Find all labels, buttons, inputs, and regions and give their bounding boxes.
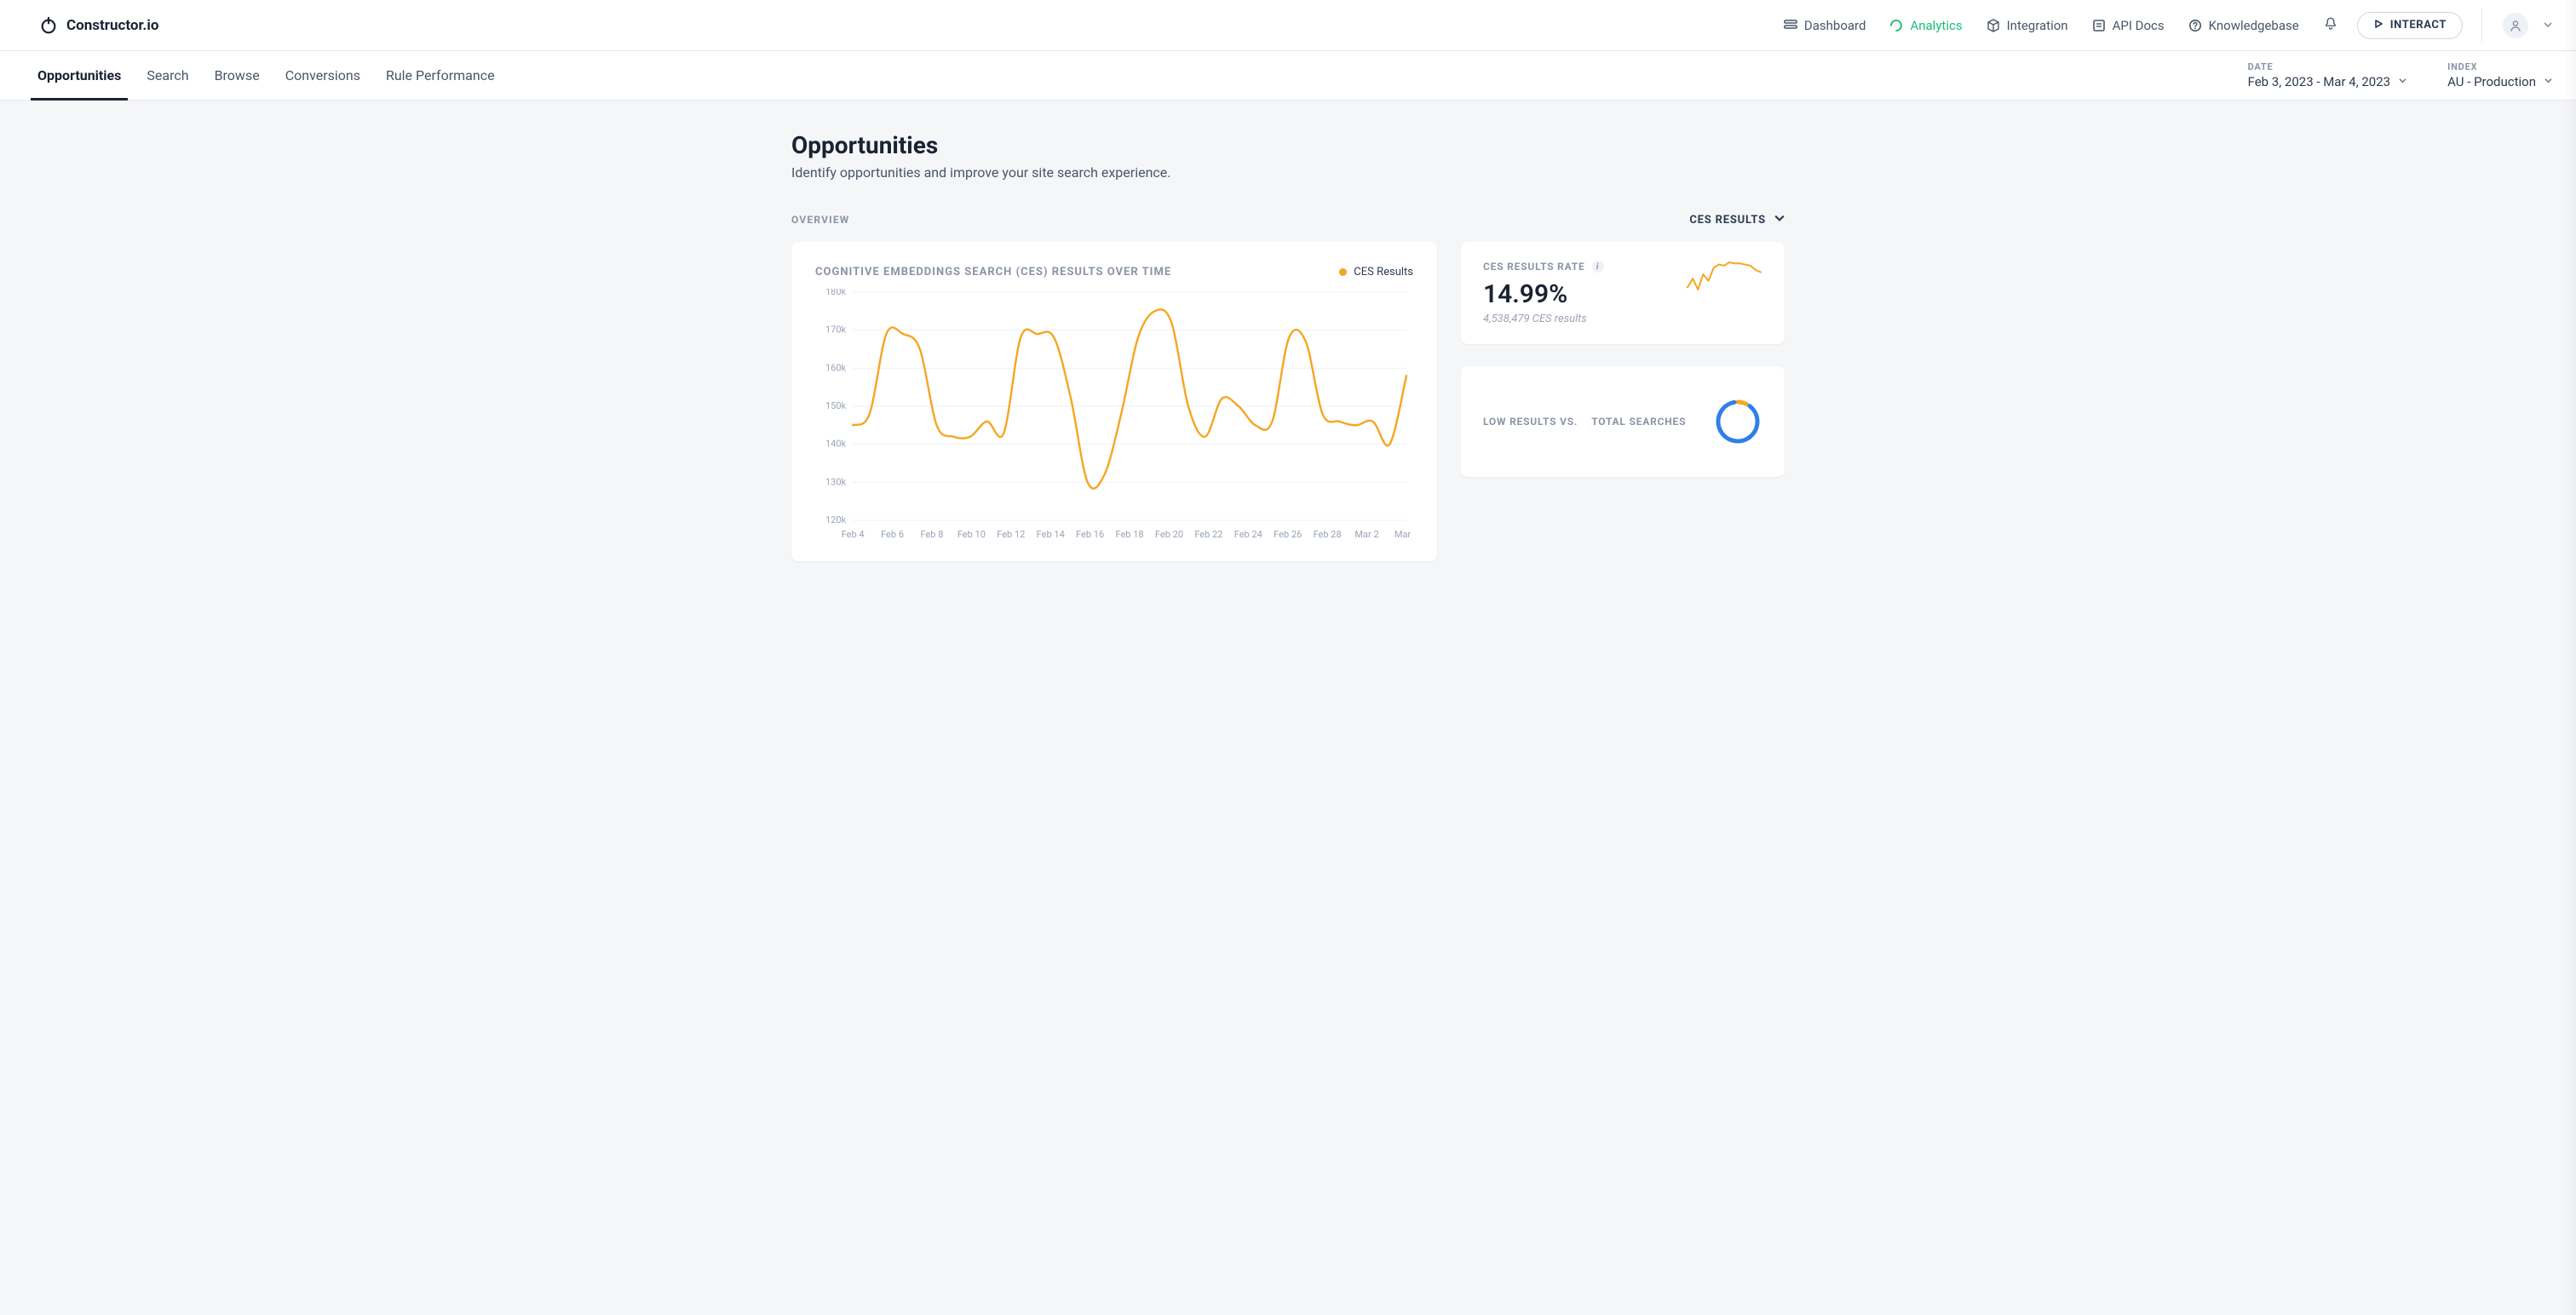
tab-rule-performance[interactable]: Rule Performance (386, 51, 495, 100)
box-icon (1987, 19, 2000, 32)
ces-dropdown-label: CES RESULTS (1689, 214, 1766, 227)
subnav-filters: DATE Feb 3, 2023 - Mar 4, 2023 INDEX AU … (2248, 61, 2552, 89)
svg-text:Feb 8: Feb 8 (920, 529, 943, 540)
tab-label: Opportunities (37, 67, 121, 83)
sparkline-chart (1686, 261, 1762, 291)
svg-text:130k: 130k (825, 476, 847, 487)
ces-chart-card: COGNITIVE EMBEDDINGS SEARCH (CES) RESULT… (791, 242, 1437, 561)
nav-label: Analytics (1910, 18, 1962, 33)
tab-search[interactable]: Search (147, 51, 188, 100)
play-icon (2373, 19, 2383, 32)
tab-browse[interactable]: Browse (215, 51, 260, 100)
brand-logo-icon (39, 16, 58, 35)
index-label: INDEX (2447, 61, 2552, 72)
avatar-icon (2503, 13, 2528, 38)
chevron-down-icon (2544, 19, 2552, 32)
svg-text:Feb 26: Feb 26 (1274, 529, 1302, 540)
ces-rate-card: CES RESULTS RATE i 14.99% 4,538,479 CES … (1461, 242, 1785, 344)
svg-text:180k: 180k (825, 289, 847, 297)
svg-text:Feb 20: Feb 20 (1155, 529, 1183, 540)
doc-icon (2092, 19, 2106, 32)
brand-name: Constructor.io (66, 17, 158, 34)
index-picker[interactable]: INDEX AU - Production (2447, 61, 2552, 89)
stat-subtext: 4,538,479 CES results (1483, 313, 1604, 325)
chart-area: 180k 170k 160k 150k 140k 130k 120k Feb 4 Feb 6 Fe… (815, 289, 1413, 544)
tab-label: Search (147, 67, 188, 83)
nav-label: Knowledgebase (2209, 18, 2299, 33)
subnav-tabs: Opportunities Search Browse Conversions … (37, 51, 495, 100)
svg-text:Feb 14: Feb 14 (1037, 529, 1065, 540)
stat-value: 14.99% (1483, 279, 1604, 309)
stat-stack: CES RESULTS RATE i 14.99% 4,538,479 CES … (1461, 242, 1785, 477)
legend-swatch-icon (1339, 268, 1347, 276)
nav-analytics[interactable]: Analytics (1889, 18, 1962, 33)
overview-label: OVERVIEW (791, 214, 850, 226)
info-icon[interactable]: i (1592, 261, 1604, 273)
date-picker[interactable]: DATE Feb 3, 2023 - Mar 4, 2023 (2248, 61, 2407, 89)
low-results-card: LOW RESULTS VS. TOTAL SEARCHES (1461, 366, 1785, 477)
svg-text:Feb 22: Feb 22 (1194, 529, 1222, 540)
nav-label: Integration (2007, 18, 2068, 33)
date-value: Feb 3, 2023 - Mar 4, 2023 (2248, 74, 2391, 89)
tab-label: Rule Performance (386, 67, 495, 83)
stat-title: CES RESULTS RATE i (1483, 261, 1604, 273)
chevron-down-icon (2399, 77, 2406, 87)
svg-text:160k: 160k (825, 362, 847, 373)
svg-text:Mar 4: Mar 4 (1394, 529, 1413, 540)
svg-text:150k: 150k (825, 400, 847, 411)
analytics-icon (1889, 19, 1903, 32)
svg-text:Feb 4: Feb 4 (842, 529, 865, 540)
legend-label: CES Results (1354, 266, 1413, 279)
svg-text:170k: 170k (825, 324, 847, 336)
svg-text:Feb 18: Feb 18 (1115, 529, 1143, 540)
tab-label: Conversions (285, 67, 360, 83)
nav-dashboard[interactable]: Dashboard (1784, 18, 1866, 33)
subnav: Opportunities Search Browse Conversions … (0, 51, 2576, 100)
help-icon (2188, 19, 2202, 32)
svg-text:Feb 28: Feb 28 (1314, 529, 1342, 540)
nav-api-docs[interactable]: API Docs (2092, 18, 2165, 33)
topbar-right: INTERACT (2323, 9, 2552, 43)
notifications-button[interactable] (2323, 16, 2338, 35)
svg-text:Mar 2: Mar 2 (1354, 529, 1378, 540)
nav-integration[interactable]: Integration (1987, 18, 2068, 33)
dashboard-icon (1784, 19, 1797, 32)
interact-button[interactable]: INTERACT (2357, 12, 2463, 39)
index-value: AU - Production (2447, 74, 2536, 89)
chart-title: COGNITIVE EMBEDDINGS SEARCH (CES) RESULT… (815, 266, 1171, 279)
chevron-down-icon (1774, 213, 1785, 227)
account-menu[interactable] (2481, 9, 2552, 43)
nav-label: API Docs (2113, 18, 2165, 33)
svg-text:Feb 6: Feb 6 (881, 529, 904, 540)
tab-opportunities[interactable]: Opportunities (37, 51, 121, 100)
stat-title-line2: TOTAL SEARCHES (1591, 414, 1686, 429)
overview-header: OVERVIEW CES RESULTS (791, 213, 1785, 227)
ces-results-dropdown[interactable]: CES RESULTS (1689, 213, 1785, 227)
interact-label: INTERACT (2390, 19, 2447, 32)
svg-text:Feb 10: Feb 10 (957, 529, 986, 540)
nav-label: Dashboard (1804, 18, 1866, 33)
topbar: Constructor.io Dashboard Analytics Integ… (0, 0, 2576, 51)
donut-chart (1713, 397, 1762, 446)
stat-title: LOW RESULTS VS. TOTAL SEARCHES (1483, 414, 1686, 429)
stat-title-text: CES RESULTS RATE (1483, 261, 1585, 273)
brand[interactable]: Constructor.io (39, 16, 158, 35)
date-label: DATE (2248, 61, 2407, 72)
page-title: Opportunities (791, 131, 1785, 159)
chart-legend: CES Results (1339, 266, 1413, 279)
svg-text:Feb 24: Feb 24 (1234, 529, 1262, 540)
stat-title-line1: LOW RESULTS VS. (1483, 414, 1578, 429)
primary-nav: Dashboard Analytics Integration API Docs… (1784, 18, 2299, 33)
svg-text:Feb 16: Feb 16 (1076, 529, 1104, 540)
svg-text:140k: 140k (825, 439, 847, 450)
page-subtitle: Identify opportunities and improve your … (791, 164, 1785, 181)
page-body: Opportunities Identify opportunities and… (0, 100, 2576, 1315)
svg-text:Feb 12: Feb 12 (997, 529, 1025, 540)
chevron-down-icon (2544, 77, 2552, 87)
tab-label: Browse (215, 67, 260, 83)
nav-knowledgebase[interactable]: Knowledgebase (2188, 18, 2299, 33)
tab-conversions[interactable]: Conversions (285, 51, 360, 100)
svg-text:120k: 120k (825, 514, 847, 525)
